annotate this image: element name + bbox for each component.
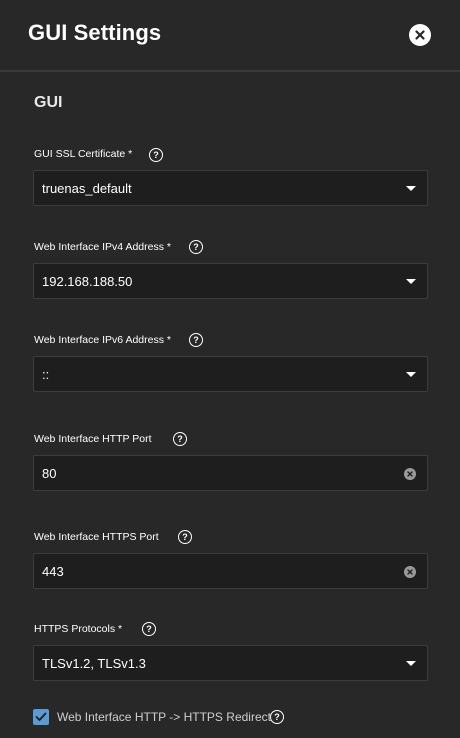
help-icon[interactable]: ? [173, 432, 187, 446]
ipv6-address-label: Web Interface IPv6 Address * [34, 334, 171, 346]
help-icon[interactable]: ? [189, 333, 203, 347]
help-icon[interactable]: ? [149, 148, 163, 162]
ipv6-address-select[interactable]: :: [33, 356, 428, 392]
close-icon [415, 30, 425, 40]
section-title: GUI [34, 94, 63, 111]
https-redirect-checkbox[interactable] [33, 709, 49, 725]
http-port-label: Web Interface HTTP Port [34, 433, 152, 445]
help-icon[interactable]: ? [270, 710, 284, 724]
dialog-title: GUI Settings [28, 20, 162, 45]
ipv4-address-select[interactable]: 192.168.188.50 [33, 263, 428, 299]
help-icon[interactable]: ? [178, 530, 192, 544]
chevron-down-icon [406, 661, 416, 666]
help-icon[interactable]: ? [189, 240, 203, 254]
https-port-value: 443 [42, 564, 64, 579]
https-protocols-value: TLSv1.2, TLSv1.3 [42, 656, 146, 671]
ipv4-address-label: Web Interface IPv4 Address * [34, 241, 171, 253]
https-protocols-select[interactable]: TLSv1.2, TLSv1.3 [33, 645, 428, 681]
ipv6-address-value: :: [42, 367, 50, 382]
clear-icon[interactable] [404, 566, 416, 578]
ssl-certificate-select[interactable]: truenas_default [33, 170, 428, 206]
https-protocols-label: HTTPS Protocols * [34, 623, 123, 635]
ssl-certificate-value: truenas_default [42, 181, 132, 196]
ssl-certificate-label: GUI SSL Certificate * [34, 148, 133, 160]
clear-icon[interactable] [404, 468, 416, 480]
http-port-value: 80 [42, 466, 57, 481]
checkmark-icon [35, 712, 47, 721]
chevron-down-icon [406, 372, 416, 377]
close-button[interactable] [409, 24, 431, 46]
https-redirect-label[interactable]: Web Interface HTTP -> HTTPS Redirect [57, 710, 271, 724]
http-port-input[interactable]: 80 [33, 455, 428, 491]
https-port-label: Web Interface HTTPS Port [34, 531, 159, 543]
https-port-input[interactable]: 443 [33, 553, 428, 589]
ipv4-address-value: 192.168.188.50 [42, 274, 133, 289]
chevron-down-icon [406, 279, 416, 284]
dialog-header: GUI Settings [0, 0, 460, 72]
chevron-down-icon [406, 186, 416, 191]
help-icon[interactable]: ? [142, 622, 156, 636]
